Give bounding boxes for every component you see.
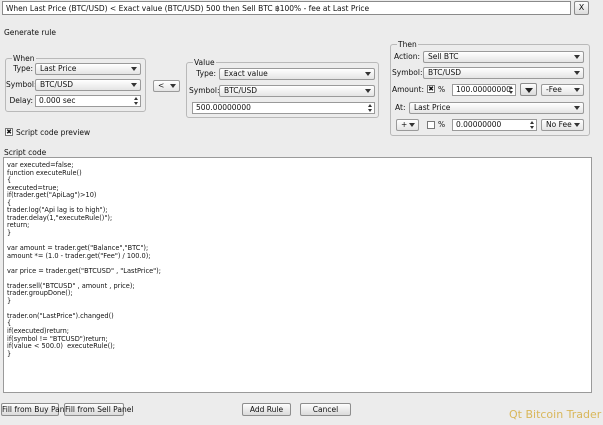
code-line: var price = trader.get("BTCUSD" , "LastP… (7, 266, 161, 275)
offset-percent-label: % (438, 120, 446, 129)
when-type-value: Last Price (40, 64, 77, 73)
value-amount-spinbox[interactable]: 500.00000000 (192, 102, 375, 114)
when-group-label: When (12, 54, 36, 63)
spin-down-icon[interactable] (530, 126, 534, 129)
chevron-down-icon (131, 83, 137, 87)
then-offset-fee-value: No Fee (546, 120, 572, 129)
comparator-select[interactable]: < (153, 80, 180, 92)
code-line: } (7, 296, 12, 305)
when-delay-value: 0.000 sec (39, 96, 76, 105)
amount-percent-checkbox[interactable]: ✖ (427, 85, 435, 93)
code-lines: var executed=false; function executeRule(… (7, 161, 588, 358)
chevron-down-icon (574, 106, 580, 110)
chevron-down-icon (574, 55, 580, 59)
then-at-label: At: (395, 103, 406, 112)
then-at-select[interactable]: Last Price (409, 102, 584, 114)
then-plus-select[interactable]: + (396, 119, 419, 131)
code-line: function executeRule() (7, 168, 82, 177)
value-symbol-value: BTC/USD (224, 86, 258, 95)
chevron-down-icon (574, 123, 580, 127)
rule-title-field[interactable]: When Last Price (BTC/USD) < Exact value … (2, 1, 571, 15)
when-symbol-value: BTC/USD (40, 80, 74, 89)
code-line: trader.delay(1,"executeRule()"); (7, 213, 113, 222)
then-symbol-select[interactable]: BTC/USD (423, 67, 584, 79)
when-delay-label: Delay: (9, 96, 34, 105)
then-offset-value: 0.00000000 (456, 120, 502, 129)
code-line: return; (7, 221, 30, 230)
comparator-value: < (158, 81, 165, 90)
then-fee-select[interactable]: -Fee (541, 84, 584, 96)
code-line: trader.groupDone(); (7, 289, 73, 298)
chevron-down-icon (365, 89, 371, 93)
then-group-label: Then (397, 40, 418, 49)
chevron-down-icon (170, 84, 176, 88)
script-code-editor[interactable]: var executed=false; function executeRule(… (3, 157, 592, 393)
offset-percent-checkbox[interactable] (427, 121, 435, 129)
code-line: if(trader.get("ApiLag")>10) (7, 191, 97, 200)
when-type-select[interactable]: Last Price (35, 63, 141, 75)
then-symbol-value: BTC/USD (428, 68, 462, 77)
generate-rule-label: Generate rule (4, 28, 56, 37)
value-type-value: Exact value (224, 69, 268, 78)
value-type-select[interactable]: Exact value (219, 68, 375, 80)
code-line: } (7, 228, 12, 237)
chevron-down-icon (409, 123, 415, 127)
chevron-down-icon (131, 67, 137, 71)
spin-up-icon[interactable] (134, 97, 138, 100)
close-button[interactable]: X (574, 1, 589, 15)
spin-up-icon[interactable] (368, 104, 372, 107)
spin-up-icon[interactable] (530, 121, 534, 124)
triangle-down-icon (525, 88, 533, 93)
chevron-down-icon (574, 88, 580, 92)
script-preview-checkbox[interactable]: ✖ (5, 128, 13, 136)
when-symbol-select[interactable]: BTC/USD (35, 79, 141, 91)
value-group-label: Value (193, 58, 216, 67)
then-plus-value: + (401, 120, 408, 129)
value-amount-value: 500.00000000 (196, 103, 251, 112)
code-line: if(value < 500.0) executeRule(); (7, 342, 115, 351)
then-action-label: Action: (393, 52, 420, 61)
code-line: trader.on("LastPrice").changed() (7, 311, 114, 320)
code-line: } (7, 349, 12, 358)
value-type-label: Type: (196, 69, 216, 78)
spin-down-icon[interactable] (134, 102, 138, 105)
value-symbol-label: Symbol: (189, 86, 220, 95)
code-line: { (7, 176, 12, 185)
chevron-down-icon (574, 71, 580, 75)
cancel-button[interactable]: Cancel (300, 403, 351, 416)
then-action-value: Sell BTC (428, 52, 459, 61)
when-type-label: Type: (13, 64, 33, 73)
amount-dropdown-button[interactable] (520, 83, 537, 96)
script-preview-label: Script code preview (16, 128, 91, 137)
fill-from-buy-panel-button[interactable]: Fill from Buy Panel (1, 403, 71, 416)
then-symbol-label: Symbol: (392, 68, 423, 77)
when-delay-spinbox[interactable]: 0.000 sec (35, 95, 141, 107)
spin-up-icon[interactable] (509, 86, 513, 89)
code-line: { (7, 319, 12, 328)
then-amount-value: 100.00000000 (456, 85, 511, 94)
when-symbol-label: Symbol: (6, 80, 37, 89)
script-code-label: Script code (4, 148, 47, 157)
amount-percent-label: % (438, 85, 446, 94)
fill-from-sell-panel-button[interactable]: Fill from Sell Panel (64, 403, 133, 416)
then-offset-spinbox[interactable]: 0.00000000 (452, 119, 537, 131)
code-line: var executed=false; (7, 161, 74, 169)
then-at-value: Last Price (414, 103, 451, 112)
code-line: trader.sell("BTCUSD" , amount , price); (7, 281, 135, 290)
spin-down-icon[interactable] (509, 91, 513, 94)
code-line: amount *= (1.0 - trader.get("Fee") / 100… (7, 251, 151, 260)
add-rule-button[interactable]: Add Rule (242, 403, 291, 416)
app-watermark: Qt Bitcoin Trader (509, 408, 602, 421)
chevron-down-icon (365, 72, 371, 76)
then-fee-value: -Fee (546, 85, 562, 94)
then-amount-label: Amount: (392, 85, 424, 94)
spin-down-icon[interactable] (368, 109, 372, 112)
value-symbol-select[interactable]: BTC/USD (219, 85, 375, 97)
then-offset-fee-select[interactable]: No Fee (541, 119, 584, 131)
then-action-select[interactable]: Sell BTC (423, 51, 584, 63)
then-amount-spinbox[interactable]: 100.00000000 (452, 84, 516, 96)
